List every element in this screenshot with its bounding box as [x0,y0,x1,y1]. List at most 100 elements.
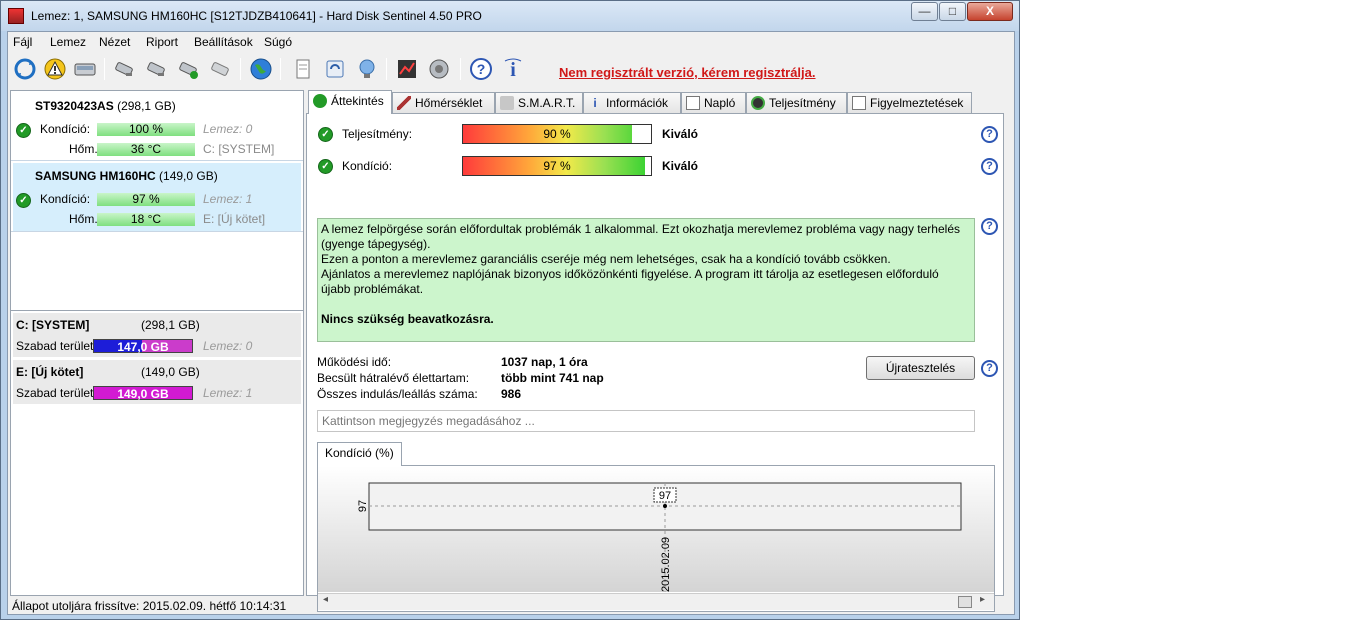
overview-tab-content: ✓ Teljesítmény: 90 % Kiváló ? ✓ Kondíció… [306,113,1004,612]
menu-report[interactable]: Riport [146,35,178,49]
usb-disk-ok-icon[interactable] [176,56,202,82]
divider [11,160,303,161]
toolbar-separator [104,58,105,80]
condition-rating: Kiváló [662,159,699,173]
condition-bar: 97 % [97,193,195,206]
warning-icon[interactable] [42,56,68,82]
remaining-life-value: több mint 741 nap [501,371,604,385]
help-icon[interactable]: ? [981,126,998,143]
disk-item-0[interactable]: ST9320423AS (298,1 GB) ✓ Kondíció: 100 %… [13,93,301,161]
performance-rating: Kiváló [662,127,699,141]
tab-smart[interactable]: S.M.A.R.T. [495,92,583,114]
minimize-button[interactable]: — [911,2,938,21]
sync-icon[interactable] [322,56,348,82]
message-bold: Nincs szükség beavatkozásra. [321,312,494,326]
start-stop-label: Összes indulás/leállás száma: [317,387,478,401]
performance-value: 90 % [543,127,571,141]
performance-gauge: 90 % [462,124,652,144]
retest-button[interactable]: Újratesztelés [866,356,975,380]
document-icon [852,96,866,110]
app-icon [8,8,24,24]
toolbar-separator [460,58,461,80]
toolbar-separator [240,58,241,80]
condition-value: 97 % [543,159,571,173]
globe-icon[interactable] [248,56,274,82]
temperature-bar: 18 °C [97,213,195,226]
tab-log[interactable]: Napló [681,92,746,114]
help-icon[interactable]: ? [468,56,494,82]
info-icon: i [593,96,597,110]
menu-view[interactable]: Nézet [99,35,130,49]
condition-chart: 97 2015.02.09 97 ◂ ▸ [317,465,995,612]
disk-number-label: Lemez: 1 [203,386,253,400]
document-icon[interactable] [290,56,316,82]
document-icon [686,96,700,110]
help-icon[interactable]: ? [981,218,998,235]
network-icon[interactable] [354,56,380,82]
tab-strip: Áttekintés Hőmérséklet S.M.A.R.T. i Info… [306,90,1004,114]
help-icon[interactable]: ? [981,158,998,175]
toolbar-separator [280,58,281,80]
svg-text:?: ? [477,61,486,77]
usb-disk-icon[interactable] [144,56,170,82]
performance-label: Teljesítmény: [342,127,413,141]
check-ok-icon: ✓ [318,159,333,174]
free-space-value: 149,0 GB [117,387,169,401]
disk-item-1[interactable]: SAMSUNG HM160HC (149,0 GB) ✓ Kondíció: 9… [13,163,301,231]
tab-alerts[interactable]: Figyelmeztetések [847,92,972,114]
refresh-icon[interactable] [12,56,38,82]
message-line: Ezen a ponton a merevlemez garanciális c… [321,252,891,266]
free-space-label: Szabad terület [16,386,94,400]
info-icon[interactable]: i [500,56,526,82]
menu-settings[interactable]: Beállítások [194,35,253,49]
volume-label: E: [Új kötet] [203,212,266,226]
disk-icon [500,96,514,110]
registration-link[interactable]: Nem regisztrált verzió, kérem regisztrál… [559,65,816,80]
tab-overview[interactable]: Áttekintés [308,90,392,114]
free-space-bar: 149,0 GB [93,386,193,401]
maximize-button[interactable]: □ [939,2,966,21]
remaining-life-label: Becsült hátralévő élettartam: [317,371,470,385]
note-input[interactable]: Kattintson megjegyzés megadásához ... [317,410,975,432]
window-title: Lemez: 1, SAMSUNG HM160HC [S12TJDZB41064… [31,9,482,23]
close-button[interactable]: X [967,2,1013,21]
y-tick-label: 97 [357,500,369,512]
start-stop-value: 986 [501,387,522,401]
menu-bar: Fájl Lemez Nézet Riport Beállítások Súgó [8,32,1014,52]
check-ok-icon: ✓ [16,193,31,208]
status-message-box: A lemez felpörgése során előfordultak pr… [317,218,975,342]
usb-disk-icon[interactable] [112,56,138,82]
tab-performance[interactable]: Teljesítmény [746,92,847,114]
disk-number-label: Lemez: 1 [203,192,253,206]
chart-icon[interactable] [394,56,420,82]
toolbar: ? i Nem regisztrált verzió, kérem regisz… [8,52,1014,88]
usb-disk-off-icon[interactable] [208,56,234,82]
disk-number-label: Lemez: 0 [203,339,253,353]
condition-bar: 100 % [97,123,195,136]
tab-information[interactable]: i Információk [583,92,681,114]
free-space-bar: 147,0 GB [93,339,193,354]
help-icon[interactable]: ? [981,360,998,377]
thermometer-icon [397,96,411,110]
tab-temperature[interactable]: Hőmérséklet [392,92,495,114]
volume-size: (298,1 GB) [141,318,200,332]
menu-disk[interactable]: Lemez [50,35,86,49]
volume-name: C: [SYSTEM] [16,318,90,332]
details-panel: Áttekintés Hőmérséklet S.M.A.R.T. i Info… [306,90,1004,612]
client-area: Fájl Lemez Nézet Riport Beállítások Súgó [7,31,1015,615]
disk-icon[interactable] [72,56,98,82]
volume-item-e[interactable]: E: [Új kötet] (149,0 GB) Szabad terület … [13,360,301,404]
condition-label: Kondíció: [342,159,393,173]
volume-item-c[interactable]: C: [SYSTEM] (298,1 GB) Szabad terület 14… [13,313,301,357]
toolbar-separator [386,58,387,80]
menu-help[interactable]: Súgó [264,35,292,49]
chart-tab-condition[interactable]: Kondíció (%) [317,442,402,466]
speaker-icon[interactable] [426,56,452,82]
disk-title: ST9320423AS (298,1 GB) [35,99,176,113]
uptime-value: 1037 nap, 1 óra [501,355,588,369]
x-tick-label: 2015.02.09 [660,537,672,592]
title-bar[interactable]: Lemez: 1, SAMSUNG HM160HC [S12TJDZB41064… [1,1,1019,31]
menu-file[interactable]: Fájl [13,35,32,49]
condition-label: Kondíció: [40,192,91,206]
status-bar: Állapot utoljára frissítve: 2015.02.09. … [12,599,287,613]
